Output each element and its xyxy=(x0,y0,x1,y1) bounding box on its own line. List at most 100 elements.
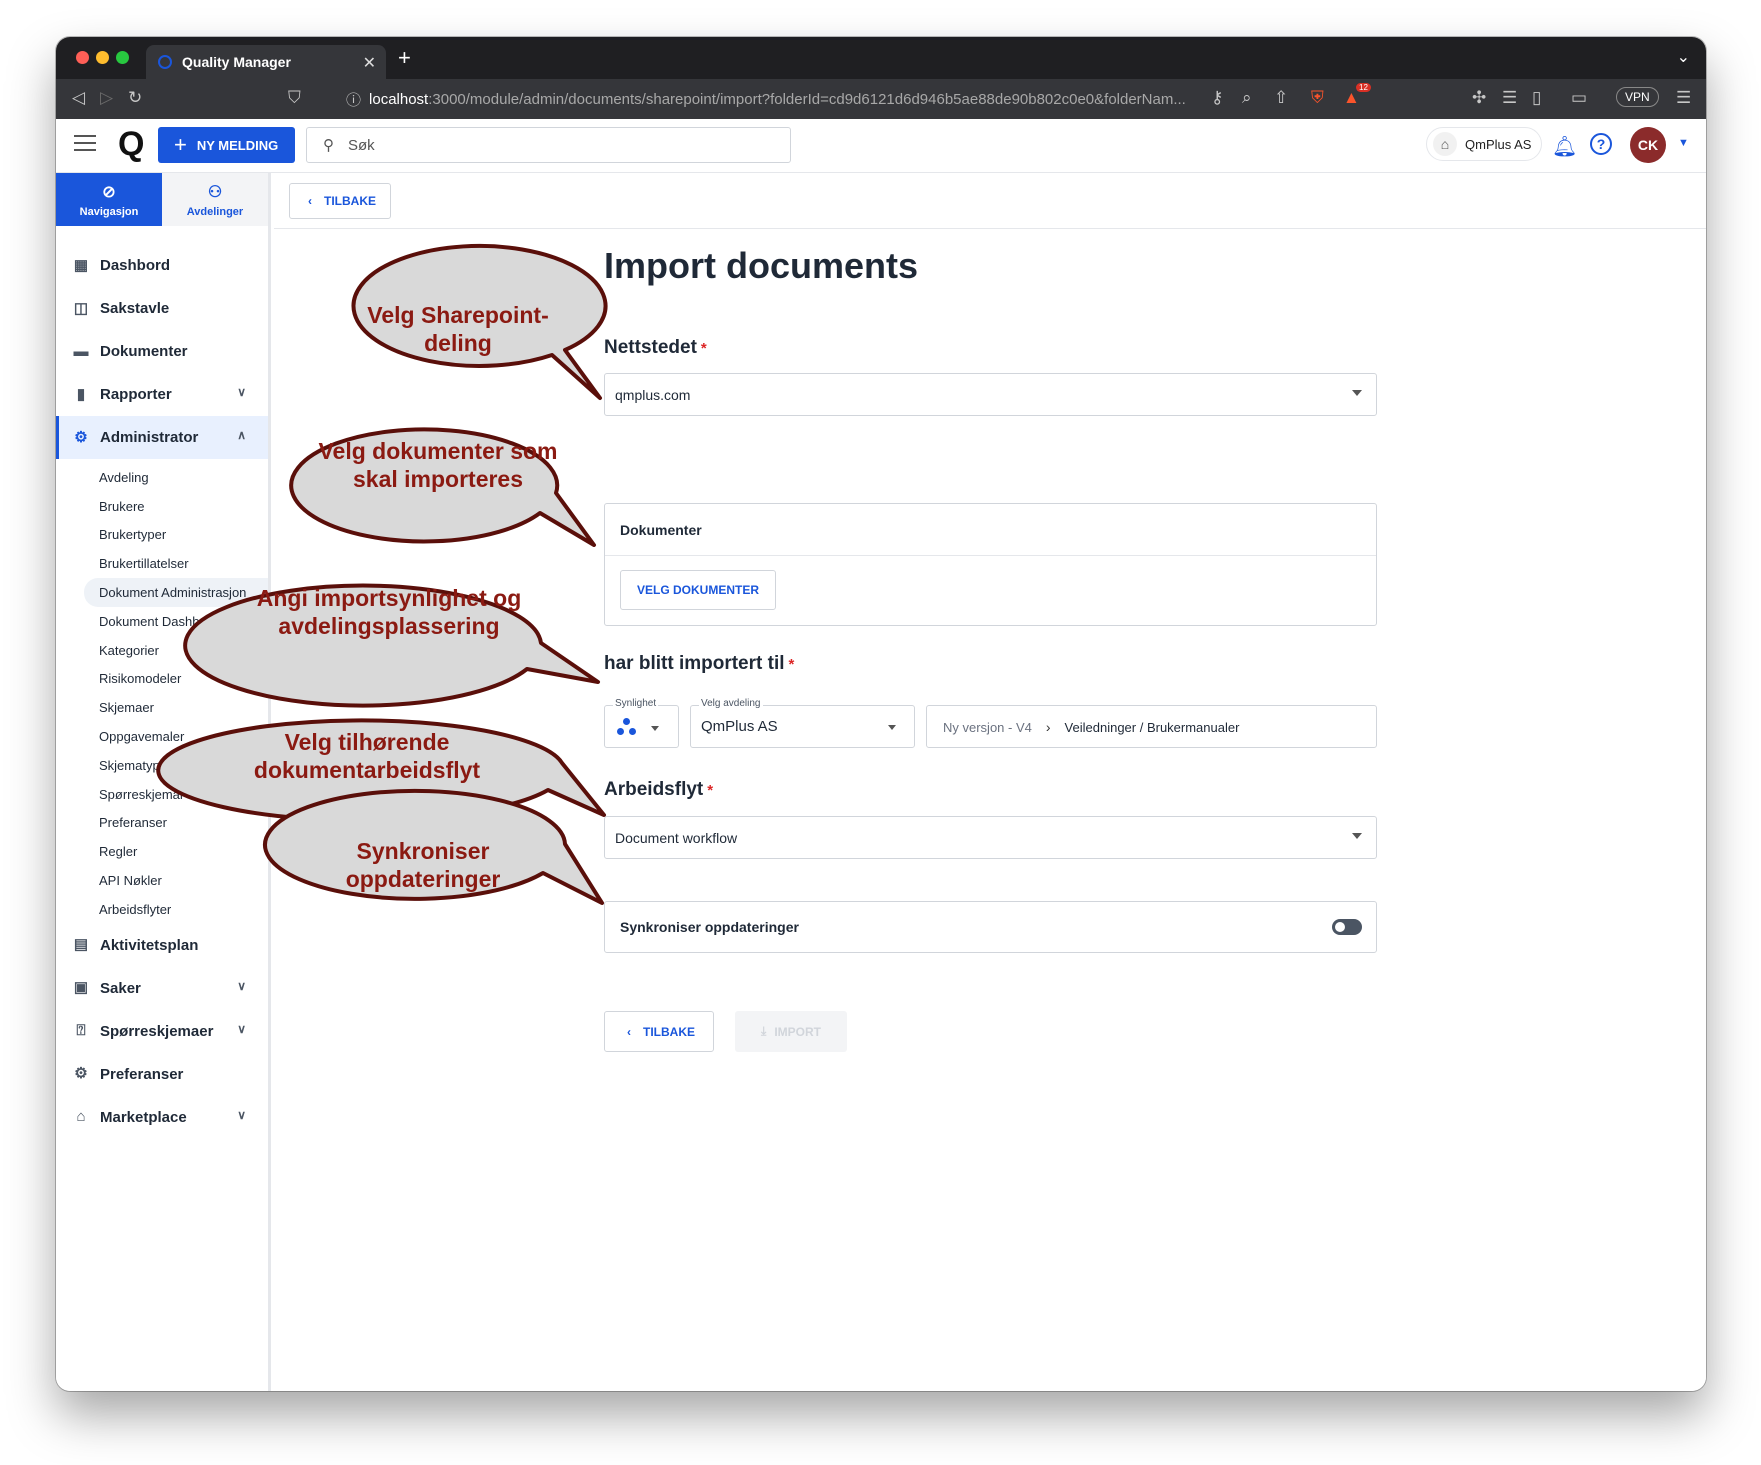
submenu-item[interactable]: API Nøkler xyxy=(56,866,268,895)
questionnaire-icon: ⍰ xyxy=(76,1022,86,1040)
sync-updates-toggle[interactable] xyxy=(1332,919,1362,935)
account-menu-chevron-icon[interactable]: ▼ xyxy=(1678,137,1689,149)
close-tab-icon[interactable]: ✕ xyxy=(363,53,376,73)
tab-navigasjon[interactable]: ⊘ Navigasjon xyxy=(56,173,162,226)
site-value: qmplus.com xyxy=(615,386,691,403)
bookmark-icon[interactable]: ⛉ xyxy=(288,88,301,108)
user-avatar[interactable]: CK xyxy=(1630,127,1666,163)
sidebar-item-marketplace[interactable]: ⌂ Marketplace ∨ xyxy=(56,1096,268,1139)
sidebar-item-label: Spørreskjemaer xyxy=(100,1022,214,1040)
chevron-down-icon[interactable]: ∨ xyxy=(237,979,246,993)
plus-icon: + xyxy=(174,132,187,157)
chevron-up-icon[interactable]: ∧ xyxy=(237,428,246,442)
hamburger-menu-icon[interactable] xyxy=(74,135,96,156)
department-select[interactable]: Velg avdeling QmPlus AS xyxy=(690,698,915,748)
sidebar-item-administrator[interactable]: ⚙ Administrator ∧ xyxy=(56,416,268,459)
choose-documents-button[interactable]: VELG DOKUMENTER xyxy=(620,570,777,610)
department-legend: Velg avdeling xyxy=(699,698,763,709)
chevron-left-icon: ‹ xyxy=(308,194,312,208)
submenu-item[interactable]: Spørreskjemar xyxy=(56,780,268,809)
submenu-item[interactable]: Kategorier xyxy=(56,636,268,665)
sidebar-item-label: Marketplace xyxy=(100,1108,187,1126)
sidebar-item-sakstavle[interactable]: ◫ Sakstavle xyxy=(56,287,268,330)
site-select[interactable]: qmplus.com xyxy=(604,373,1377,416)
submenu-item[interactable]: Brukere xyxy=(56,492,268,521)
brave-shield-icon[interactable]: ⛨ xyxy=(1311,88,1324,108)
submenu-item[interactable]: Brukertyper xyxy=(56,521,268,550)
minimize-window-icon[interactable] xyxy=(96,51,109,64)
import-button[interactable]: ⤓ IMPORT xyxy=(735,1011,847,1052)
submenu-item[interactable]: Regler xyxy=(56,837,268,866)
new-message-button[interactable]: + NY MELDING xyxy=(158,127,295,163)
help-icon[interactable]: ? xyxy=(1590,133,1612,155)
calendar-icon: ▤ xyxy=(73,936,89,954)
search-input[interactable]: ⚲ Søk xyxy=(306,127,791,163)
vpn-button[interactable]: VPN xyxy=(1616,87,1659,107)
sidebar-item-label: Sakstavle xyxy=(100,300,170,317)
sidebar-item-preferanser[interactable]: ⚙ Preferanser xyxy=(56,1053,268,1096)
sidebar-item-dokumenter[interactable]: ▬ Dokumenter xyxy=(56,330,268,373)
rewards-badge: 12 xyxy=(1356,83,1371,92)
share-icon[interactable]: ⇧ xyxy=(1274,88,1288,108)
sidebar-item-sporreskjemaer[interactable]: ⍰ Spørreskjemaer ∨ xyxy=(56,1010,268,1053)
workflow-select[interactable]: Document workflow xyxy=(604,816,1377,859)
submenu-item[interactable]: Arbeidsflyter xyxy=(56,895,268,924)
chevron-down-icon[interactable]: ∨ xyxy=(237,1022,246,1036)
extensions-icon[interactable]: ✣ xyxy=(1472,88,1486,108)
workflow-label: Arbeidsflyt xyxy=(604,779,704,800)
notification-bell-icon[interactable]: 🔔︎ xyxy=(1552,134,1577,159)
sidebar-item-label: Aktivitetsplan xyxy=(100,936,199,954)
sidebar-tabs: ⊘ Navigasjon ⚇ Avdelinger xyxy=(56,173,268,226)
submenu-item[interactable]: Avdeling xyxy=(56,463,268,492)
back-arrow-icon[interactable]: ◁ xyxy=(72,88,85,108)
sidebar-toggle-icon[interactable]: ▯ xyxy=(1532,88,1541,108)
reload-icon[interactable]: ↻ xyxy=(128,88,142,108)
address-bar[interactable]: ⓘ localhost :3000/module/admin/documents… xyxy=(346,83,1356,115)
close-window-icon[interactable] xyxy=(76,51,89,64)
back-button-label: TILBAKE xyxy=(324,194,376,208)
forward-arrow-icon[interactable]: ▷ xyxy=(100,88,113,108)
tab-avdelinger[interactable]: ⚇ Avdelinger xyxy=(162,173,268,226)
sidebar-item-aktivitetsplan[interactable]: ▤ Aktivitetsplan xyxy=(56,924,268,967)
browser-tab[interactable]: Quality Manager ✕ xyxy=(146,45,386,79)
chevron-down-icon[interactable]: ∨ xyxy=(237,1108,246,1122)
tab-list-chevron-icon[interactable]: ⌄ xyxy=(1677,47,1690,67)
url-path: :3000/module/admin/documents/sharepoint/… xyxy=(428,90,1186,108)
company-selector[interactable]: ⌂ QmPlus AS xyxy=(1426,127,1543,161)
breadcrumb-path: Veiledninger / Brukermanualer xyxy=(1064,719,1240,735)
submenu-item[interactable]: Preferanser xyxy=(56,809,268,838)
dropdown-arrow-icon xyxy=(1352,390,1362,396)
folder-breadcrumb[interactable]: Ny versjon - V4 › Veiledninger / Brukerm… xyxy=(926,705,1377,748)
submenu-item[interactable]: Risikomodeler xyxy=(56,665,268,694)
visibility-group-icon xyxy=(617,718,637,738)
workflow-value: Document workflow xyxy=(615,829,738,846)
submenu-item[interactable]: Dokument Dashbord xyxy=(56,607,268,636)
url-host: localhost xyxy=(369,90,429,108)
zoom-icon[interactable]: ⌕ xyxy=(1242,88,1252,108)
maximize-window-icon[interactable] xyxy=(116,51,129,64)
dropdown-arrow-icon xyxy=(888,725,896,730)
submenu-item[interactable]: Skjemaer xyxy=(56,693,268,722)
back-button[interactable]: ‹ TILBAKE xyxy=(289,183,391,219)
key-icon[interactable]: ⚷ xyxy=(1211,88,1223,108)
required-mark: * xyxy=(788,656,795,673)
store-icon: ⌂ xyxy=(76,1108,86,1126)
site-info-icon[interactable]: ⓘ xyxy=(346,89,361,110)
tab-navigasjon-label: Navigasjon xyxy=(79,205,139,218)
imported-to-label-row: har blitt importert til * xyxy=(604,653,794,675)
wallet-icon[interactable]: ▭ xyxy=(1571,88,1587,108)
sidebar-item-dashbord[interactable]: ▦ Dashbord xyxy=(56,244,268,287)
sidebar-item-saker[interactable]: ▣ Saker ∨ xyxy=(56,967,268,1010)
chevron-down-icon[interactable]: ∨ xyxy=(237,385,246,399)
app-header: Q + NY MELDING ⚲ Søk ⌂ QmPlus AS 🔔︎ ? CK… xyxy=(56,119,1706,173)
bottom-back-button[interactable]: ‹ TILBAKE xyxy=(604,1011,714,1052)
playlist-icon[interactable]: ☰ xyxy=(1502,88,1517,108)
browser-menu-icon[interactable]: ☰ xyxy=(1676,88,1691,108)
search-icon: ⚲ xyxy=(323,137,334,154)
chevron-left-icon: ‹ xyxy=(627,1024,631,1039)
submenu-item[interactable]: Brukertillatelser xyxy=(56,549,268,578)
qmplus-logo[interactable]: Q xyxy=(118,127,150,161)
visibility-select[interactable]: Synlighet xyxy=(604,698,679,748)
sidebar-item-rapporter[interactable]: ▮ Rapporter ∨ xyxy=(56,373,268,416)
new-tab-icon[interactable]: + xyxy=(398,45,411,71)
